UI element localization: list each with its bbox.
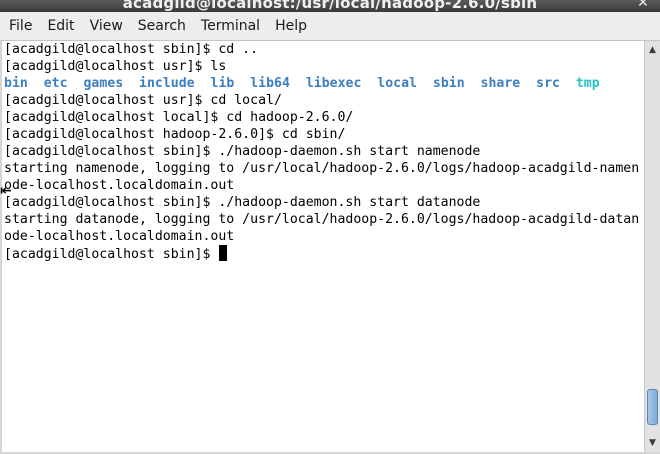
ls-dir: share [480, 76, 521, 91]
window-titlebar[interactable]: acadgild@localhost:/usr/local/hadoop-2.6… [0, 0, 660, 12]
prompt-line: [acadgild@localhost sbin]$ [4, 245, 644, 262]
menu-file[interactable]: File [2, 12, 40, 41]
terminal-line: [acadgild@localhost hadoop-2.6.0]$ cd sb… [4, 127, 346, 142]
ls-dir: games [83, 76, 124, 91]
ls-dir: libexec [305, 76, 362, 91]
menu-terminal[interactable]: Terminal [194, 12, 268, 41]
ls-dir: lib [210, 76, 235, 91]
menu-search[interactable]: Search [131, 12, 194, 41]
terminal-line: starting namenode, logging to /usr/local… [4, 161, 640, 176]
prompt-text: [acadgild@localhost sbin]$ [4, 247, 219, 262]
resize-pointer-icon: ⇤ [0, 183, 12, 199]
menu-view[interactable]: View [83, 12, 131, 41]
terminal-line: [acadgild@localhost sbin]$ cd .. [4, 42, 259, 57]
vertical-scrollbar[interactable]: ▲ ▼ [644, 41, 660, 452]
ls-dir: local [377, 76, 417, 91]
terminal-line: [acadgild@localhost sbin]$ ./hadoop-daem… [4, 195, 481, 210]
terminal-line: [acadgild@localhost sbin]$ ./hadoop-daem… [4, 144, 481, 159]
ls-dir: src [536, 76, 560, 91]
menu-bar: File Edit View Search Terminal Help [0, 12, 660, 41]
terminal-output[interactable]: [acadgild@localhost sbin]$ cd .. [acadgi… [2, 41, 644, 452]
window-title: acadgild@localhost:/usr/local/hadoop-2.6… [122, 0, 538, 12]
terminal-line: [acadgild@localhost usr]$ cd local/ [4, 93, 282, 108]
ls-output-line: bin etc games include lib lib64 libexec … [4, 75, 644, 92]
scroll-up-icon[interactable]: ▲ [645, 42, 660, 58]
scroll-down-icon[interactable]: ▼ [645, 435, 660, 451]
terminal-line: [acadgild@localhost local]$ cd hadoop-2.… [4, 110, 354, 125]
menu-edit[interactable]: Edit [40, 12, 82, 41]
ls-dir: lib64 [250, 76, 290, 91]
terminal-line: [acadgild@localhost usr]$ ls [4, 59, 227, 74]
terminal-line: starting datanode, logging to /usr/local… [4, 212, 640, 227]
text-cursor [219, 245, 228, 261]
scrollbar-thumb[interactable] [647, 388, 658, 425]
menu-help[interactable]: Help [268, 12, 315, 41]
terminal-line: ode-localhost.localdomain.out [4, 229, 235, 244]
ls-dir: include [139, 76, 195, 91]
ls-dir-tmp: tmp [575, 76, 600, 91]
ls-dir: bin [4, 76, 28, 91]
close-icon[interactable]: ✕ [636, 0, 650, 10]
ls-dir: etc [43, 76, 68, 91]
terminal-line: ode-localhost.localdomain.out [4, 178, 235, 193]
ls-dir: sbin [432, 76, 465, 91]
